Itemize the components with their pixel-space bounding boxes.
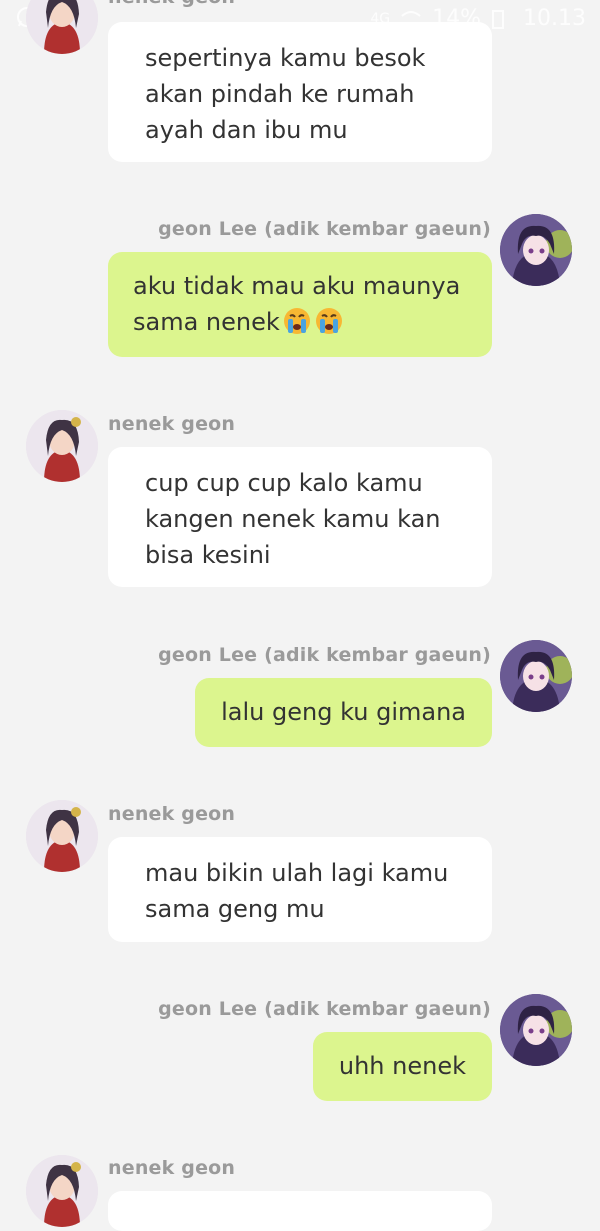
message-bubble[interactable]: sepertinya kamu besok akan pindah ke rum…: [108, 22, 492, 162]
avatar-geon-lee[interactable]: [500, 994, 572, 1066]
sender-name: nenek geon: [108, 0, 235, 8]
message-line: sama nenek: [133, 308, 280, 336]
message-bubble[interactable]: lalu geng ku gimana: [195, 678, 492, 747]
sender-name: nenek geon: [108, 803, 236, 825]
message-line: uhh nenek: [338, 1052, 466, 1080]
message-bubble[interactable]: aku tidak mau aku maunya sama nenek: [108, 252, 492, 357]
avatar-nenek-geon[interactable]: [26, 800, 98, 872]
message-bubble[interactable]: uhh nenek: [312, 1032, 492, 1101]
message-line: sama geng mu: [145, 895, 325, 923]
sender-name: geon Lee (adik kembar gaeun): [158, 644, 491, 666]
avatar-nenek-geon[interactable]: [26, 1155, 98, 1227]
sender-name: nenek geon: [108, 413, 236, 435]
loudly-crying-face-icon: [282, 306, 312, 336]
message-line: ayah dan ibu mu: [145, 116, 348, 144]
avatar-nenek-geon[interactable]: [26, 0, 98, 54]
message-bubble[interactable]: cup cup cup kalo kamu kangen nenek kamu …: [108, 447, 492, 587]
avatar-geon-lee[interactable]: [500, 214, 572, 286]
message-line: cup cup cup kalo kamu: [145, 469, 423, 497]
sender-name: geon Lee (adik kembar gaeun): [158, 218, 491, 240]
sender-name: nenek geon: [108, 1157, 236, 1179]
avatar-geon-lee[interactable]: [500, 640, 572, 712]
message-line: lalu geng ku gimana: [221, 698, 466, 726]
message-line: akan pindah ke rumah: [145, 80, 415, 108]
message-line: aku tidak mau aku maunya: [133, 272, 461, 300]
message-line: bisa kesini: [145, 541, 271, 569]
clock: 10.13: [523, 6, 586, 31]
message-line: mau bikin ulah lagi kamu: [145, 859, 449, 887]
battery-icon: [491, 8, 513, 30]
message-bubble[interactable]: mau bikin ulah lagi kamu sama geng mu: [108, 837, 492, 942]
message-line: sepertinya kamu besok: [145, 44, 426, 72]
message-line: kangen nenek kamu kan: [145, 505, 441, 533]
loudly-crying-face-icon: [314, 306, 344, 336]
message-bubble[interactable]: [108, 1191, 492, 1231]
sender-name: geon Lee (adik kembar gaeun): [158, 998, 491, 1020]
avatar-nenek-geon[interactable]: [26, 410, 98, 482]
message-line-with-emoji: sama nenek: [133, 304, 466, 340]
